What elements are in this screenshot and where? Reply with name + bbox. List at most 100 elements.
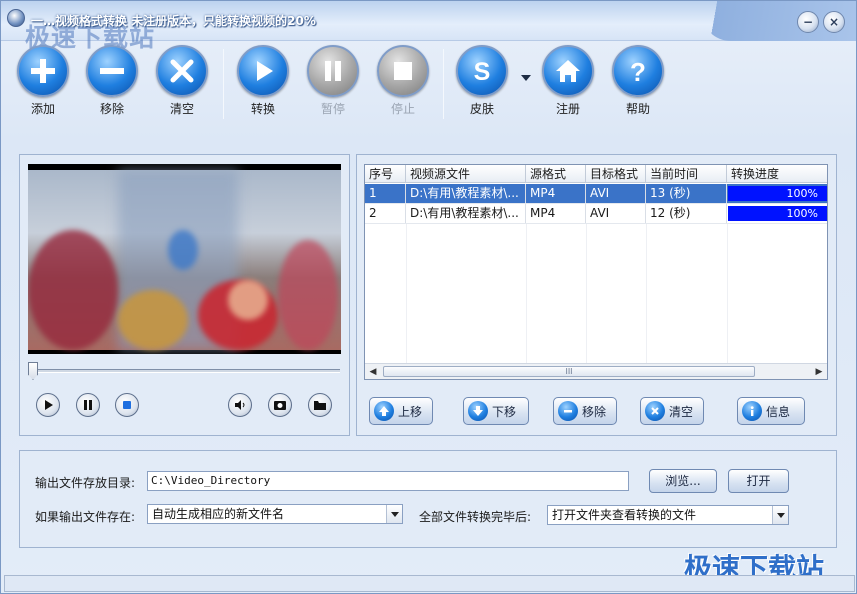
column-header[interactable]: 视频源文件 bbox=[406, 165, 526, 183]
plus-icon bbox=[17, 45, 69, 97]
play-icon bbox=[45, 400, 53, 410]
minus-icon bbox=[86, 45, 138, 97]
toolbar-separator bbox=[443, 49, 444, 119]
cell-source: D:\有用\教程素材\... bbox=[406, 184, 526, 203]
cell-index: 1 bbox=[365, 184, 406, 203]
clear-label: 清空 bbox=[169, 102, 194, 116]
cell-source: D:\有用\教程素材\... bbox=[406, 204, 526, 223]
move-down-label: 下移 bbox=[492, 404, 517, 419]
stop-icon bbox=[123, 401, 131, 409]
move-up-label: 上移 bbox=[398, 404, 423, 419]
chevron-down-icon[interactable] bbox=[386, 505, 402, 523]
x-icon bbox=[156, 45, 208, 97]
remove-button[interactable]: 移除 bbox=[82, 45, 142, 117]
close-button[interactable]: × bbox=[823, 11, 845, 33]
info-button[interactable]: 信息 bbox=[737, 397, 805, 425]
player-pause-button[interactable] bbox=[76, 393, 100, 417]
register-label: 注册 bbox=[555, 102, 580, 116]
output-dir-input[interactable]: C:\Video_Directory bbox=[147, 471, 629, 491]
browse-button[interactable]: 浏览... bbox=[649, 469, 717, 493]
title-bar: 极速下载站 一…视频格式转换 未注册版本，只能转换视频的20% − × bbox=[1, 1, 856, 52]
info-icon bbox=[742, 401, 762, 421]
arrow-up-icon bbox=[374, 401, 394, 421]
move-down-button[interactable]: 下移 bbox=[463, 397, 529, 425]
x-icon bbox=[645, 401, 665, 421]
cell-src-format: MP4 bbox=[526, 204, 586, 223]
svg-text:?: ? bbox=[630, 57, 646, 86]
seek-track[interactable] bbox=[30, 369, 340, 373]
info-label: 信息 bbox=[766, 404, 791, 419]
toolbar: 添加 移除 清空 转换 暂停 停止 S 皮肤 注册 ? 帮助 bbox=[1, 45, 857, 123]
cell-dst-format: AVI bbox=[586, 204, 646, 223]
output-dir-label: 输出文件存放目录: bbox=[35, 476, 136, 490]
minimize-button[interactable]: − bbox=[797, 11, 819, 33]
stop-button[interactable]: 停止 bbox=[373, 45, 433, 117]
grid-line bbox=[646, 224, 647, 363]
column-header[interactable]: 当前时间 bbox=[646, 165, 727, 183]
minus-icon bbox=[558, 401, 578, 421]
app-window: 极速下载站 一…视频格式转换 未注册版本，只能转换视频的20% − × 添加 移… bbox=[0, 0, 857, 594]
stop-label: 停止 bbox=[390, 102, 415, 116]
file-list: 序号 视频源文件 源格式 目标格式 当前时间 转换进度 1 D:\有用\教程素材… bbox=[364, 164, 828, 380]
progress-bar: 100% bbox=[728, 206, 827, 221]
file-exists-label: 如果输出文件存在: bbox=[35, 510, 136, 524]
arrow-down-icon bbox=[468, 401, 488, 421]
column-header[interactable]: 转换进度 bbox=[727, 165, 827, 183]
progress-bar: 100% bbox=[728, 186, 827, 201]
move-up-button[interactable]: 上移 bbox=[369, 397, 433, 425]
add-label: 添加 bbox=[30, 102, 55, 116]
column-header[interactable]: 源格式 bbox=[526, 165, 586, 183]
table-row[interactable]: 1 D:\有用\教程素材\... MP4 AVI 13 (秒) 100% bbox=[365, 184, 827, 204]
cell-src-format: MP4 bbox=[526, 184, 586, 203]
column-header[interactable]: 序号 bbox=[365, 165, 406, 183]
window-title: 一…视频格式转换 未注册版本，只能转换视频的20% bbox=[31, 14, 316, 28]
list-clear-label: 清空 bbox=[669, 404, 694, 419]
open-folder-button[interactable] bbox=[308, 393, 332, 417]
chevron-down-icon[interactable] bbox=[772, 506, 788, 524]
grid-line bbox=[586, 224, 587, 363]
file-exists-value: 自动生成相应的新文件名 bbox=[152, 507, 285, 521]
after-finish-value: 打开文件夹查看转换的文件 bbox=[552, 508, 697, 522]
list-remove-label: 移除 bbox=[582, 404, 607, 419]
file-exists-select[interactable]: 自动生成相应的新文件名 bbox=[147, 504, 403, 524]
status-bar bbox=[4, 575, 855, 592]
register-button[interactable]: 注册 bbox=[538, 45, 598, 117]
volume-button[interactable] bbox=[228, 393, 252, 417]
horizontal-scrollbar[interactable]: ◀ III ▶ bbox=[365, 363, 827, 379]
add-button[interactable]: 添加 bbox=[13, 45, 73, 117]
grid-line bbox=[526, 224, 527, 363]
skin-dropdown-icon[interactable] bbox=[521, 75, 531, 81]
cell-time: 12 (秒) bbox=[646, 204, 727, 223]
convert-button[interactable]: 转换 bbox=[233, 45, 293, 117]
help-button[interactable]: ? 帮助 bbox=[608, 45, 668, 117]
app-icon bbox=[7, 9, 25, 27]
scroll-left-icon[interactable]: ◀ bbox=[365, 364, 381, 379]
speaker-icon bbox=[235, 400, 245, 410]
scroll-thumb[interactable]: III bbox=[383, 366, 755, 377]
after-finish-label: 全部文件转换完毕后: bbox=[419, 510, 532, 524]
table-row[interactable]: 2 D:\有用\教程素材\... MP4 AVI 12 (秒) 100% bbox=[365, 204, 827, 224]
player-play-button[interactable] bbox=[36, 393, 60, 417]
clear-button[interactable]: 清空 bbox=[152, 45, 212, 117]
after-finish-select[interactable]: 打开文件夹查看转换的文件 bbox=[547, 505, 789, 525]
skin-s-icon: S bbox=[456, 45, 508, 97]
skin-label: 皮肤 bbox=[469, 102, 494, 116]
stop-icon bbox=[377, 45, 429, 97]
list-remove-button[interactable]: 移除 bbox=[553, 397, 617, 425]
snapshot-button[interactable] bbox=[268, 393, 292, 417]
output-settings-panel bbox=[19, 450, 837, 548]
play-icon bbox=[237, 45, 289, 97]
pause-button[interactable]: 暂停 bbox=[303, 45, 363, 117]
file-list-header: 序号 视频源文件 源格式 目标格式 当前时间 转换进度 bbox=[365, 165, 827, 183]
video-preview bbox=[28, 164, 341, 354]
grid-line bbox=[727, 224, 728, 363]
player-stop-button[interactable] bbox=[115, 393, 139, 417]
scroll-right-icon[interactable]: ▶ bbox=[811, 364, 827, 379]
skin-button[interactable]: S 皮肤 bbox=[452, 45, 512, 117]
open-button[interactable]: 打开 bbox=[728, 469, 789, 493]
pause-icon bbox=[307, 45, 359, 97]
camera-icon bbox=[274, 401, 286, 410]
question-icon: ? bbox=[612, 45, 664, 97]
column-header[interactable]: 目标格式 bbox=[586, 165, 646, 183]
list-clear-button[interactable]: 清空 bbox=[640, 397, 704, 425]
